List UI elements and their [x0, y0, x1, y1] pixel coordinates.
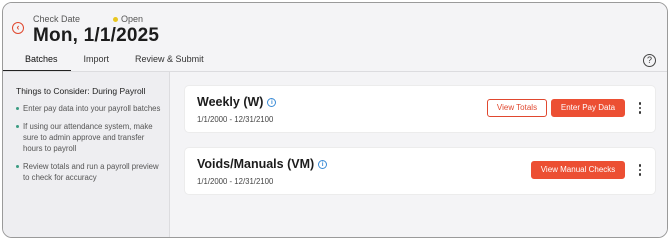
batch-card-voids-manuals: Voids/Manuals (VM) i 1/1/2000 - 12/31/21…	[185, 148, 655, 194]
batch-card-weekly: Weekly (W) i 1/1/2000 - 12/31/2100 View …	[185, 86, 655, 132]
card-title-row: Voids/Manuals (VM) i	[197, 157, 328, 171]
tab-bar: Batches Import Review & Submit	[3, 51, 217, 72]
status-dot-icon	[113, 16, 118, 22]
help-icon[interactable]: ?	[643, 54, 656, 67]
batch-date-range: 1/1/2000 - 12/31/2100	[197, 177, 274, 186]
sidebar-title: Things to Consider: During Payroll	[16, 86, 146, 96]
enter-pay-data-button[interactable]: Enter Pay Data	[551, 99, 625, 117]
tip-text: If using our attendance system, make sur…	[23, 122, 153, 153]
status-indicator: Open	[113, 14, 143, 24]
status-text: Open	[121, 14, 144, 24]
view-manual-checks-button[interactable]: View Manual Checks	[531, 161, 625, 179]
tip-text: Enter pay data into your payroll batches	[23, 104, 161, 113]
list-item: If using our attendance system, make sur…	[16, 121, 166, 154]
batch-title: Weekly (W)	[197, 95, 264, 109]
info-icon[interactable]: i	[318, 159, 328, 169]
tips-list: Enter pay data into your payroll batches…	[16, 103, 166, 190]
tab-import[interactable]: Import	[71, 51, 123, 72]
tip-text: Review totals and run a payroll preview …	[23, 162, 159, 182]
card-title-row: Weekly (W) i	[197, 95, 277, 109]
main-content: Weekly (W) i 1/1/2000 - 12/31/2100 View …	[171, 72, 667, 237]
info-icon[interactable]: i	[267, 97, 277, 107]
tab-batches[interactable]: Batches	[3, 51, 71, 72]
sidebar: Things to Consider: During Payroll Enter…	[3, 72, 170, 237]
bullet-icon	[16, 165, 19, 168]
app-window: ‹ Check Date Open Mon, 1/1/2025 Batches …	[2, 2, 668, 238]
page-title: Mon, 1/1/2025	[33, 25, 160, 46]
check-date-label: Check Date	[33, 14, 81, 24]
more-options-icon[interactable]	[637, 162, 643, 178]
batch-title: Voids/Manuals (VM)	[197, 157, 315, 171]
bullet-icon	[16, 125, 19, 128]
tab-review-submit[interactable]: Review & Submit	[122, 51, 217, 72]
more-options-icon[interactable]	[637, 100, 643, 116]
batch-date-range: 1/1/2000 - 12/31/2100	[197, 115, 274, 124]
bullet-icon	[16, 107, 19, 110]
list-item: Review totals and run a payroll preview …	[16, 161, 166, 183]
view-totals-button[interactable]: View Totals	[487, 99, 547, 117]
back-arrow-icon[interactable]: ‹	[12, 22, 24, 34]
list-item: Enter pay data into your payroll batches	[16, 103, 166, 114]
